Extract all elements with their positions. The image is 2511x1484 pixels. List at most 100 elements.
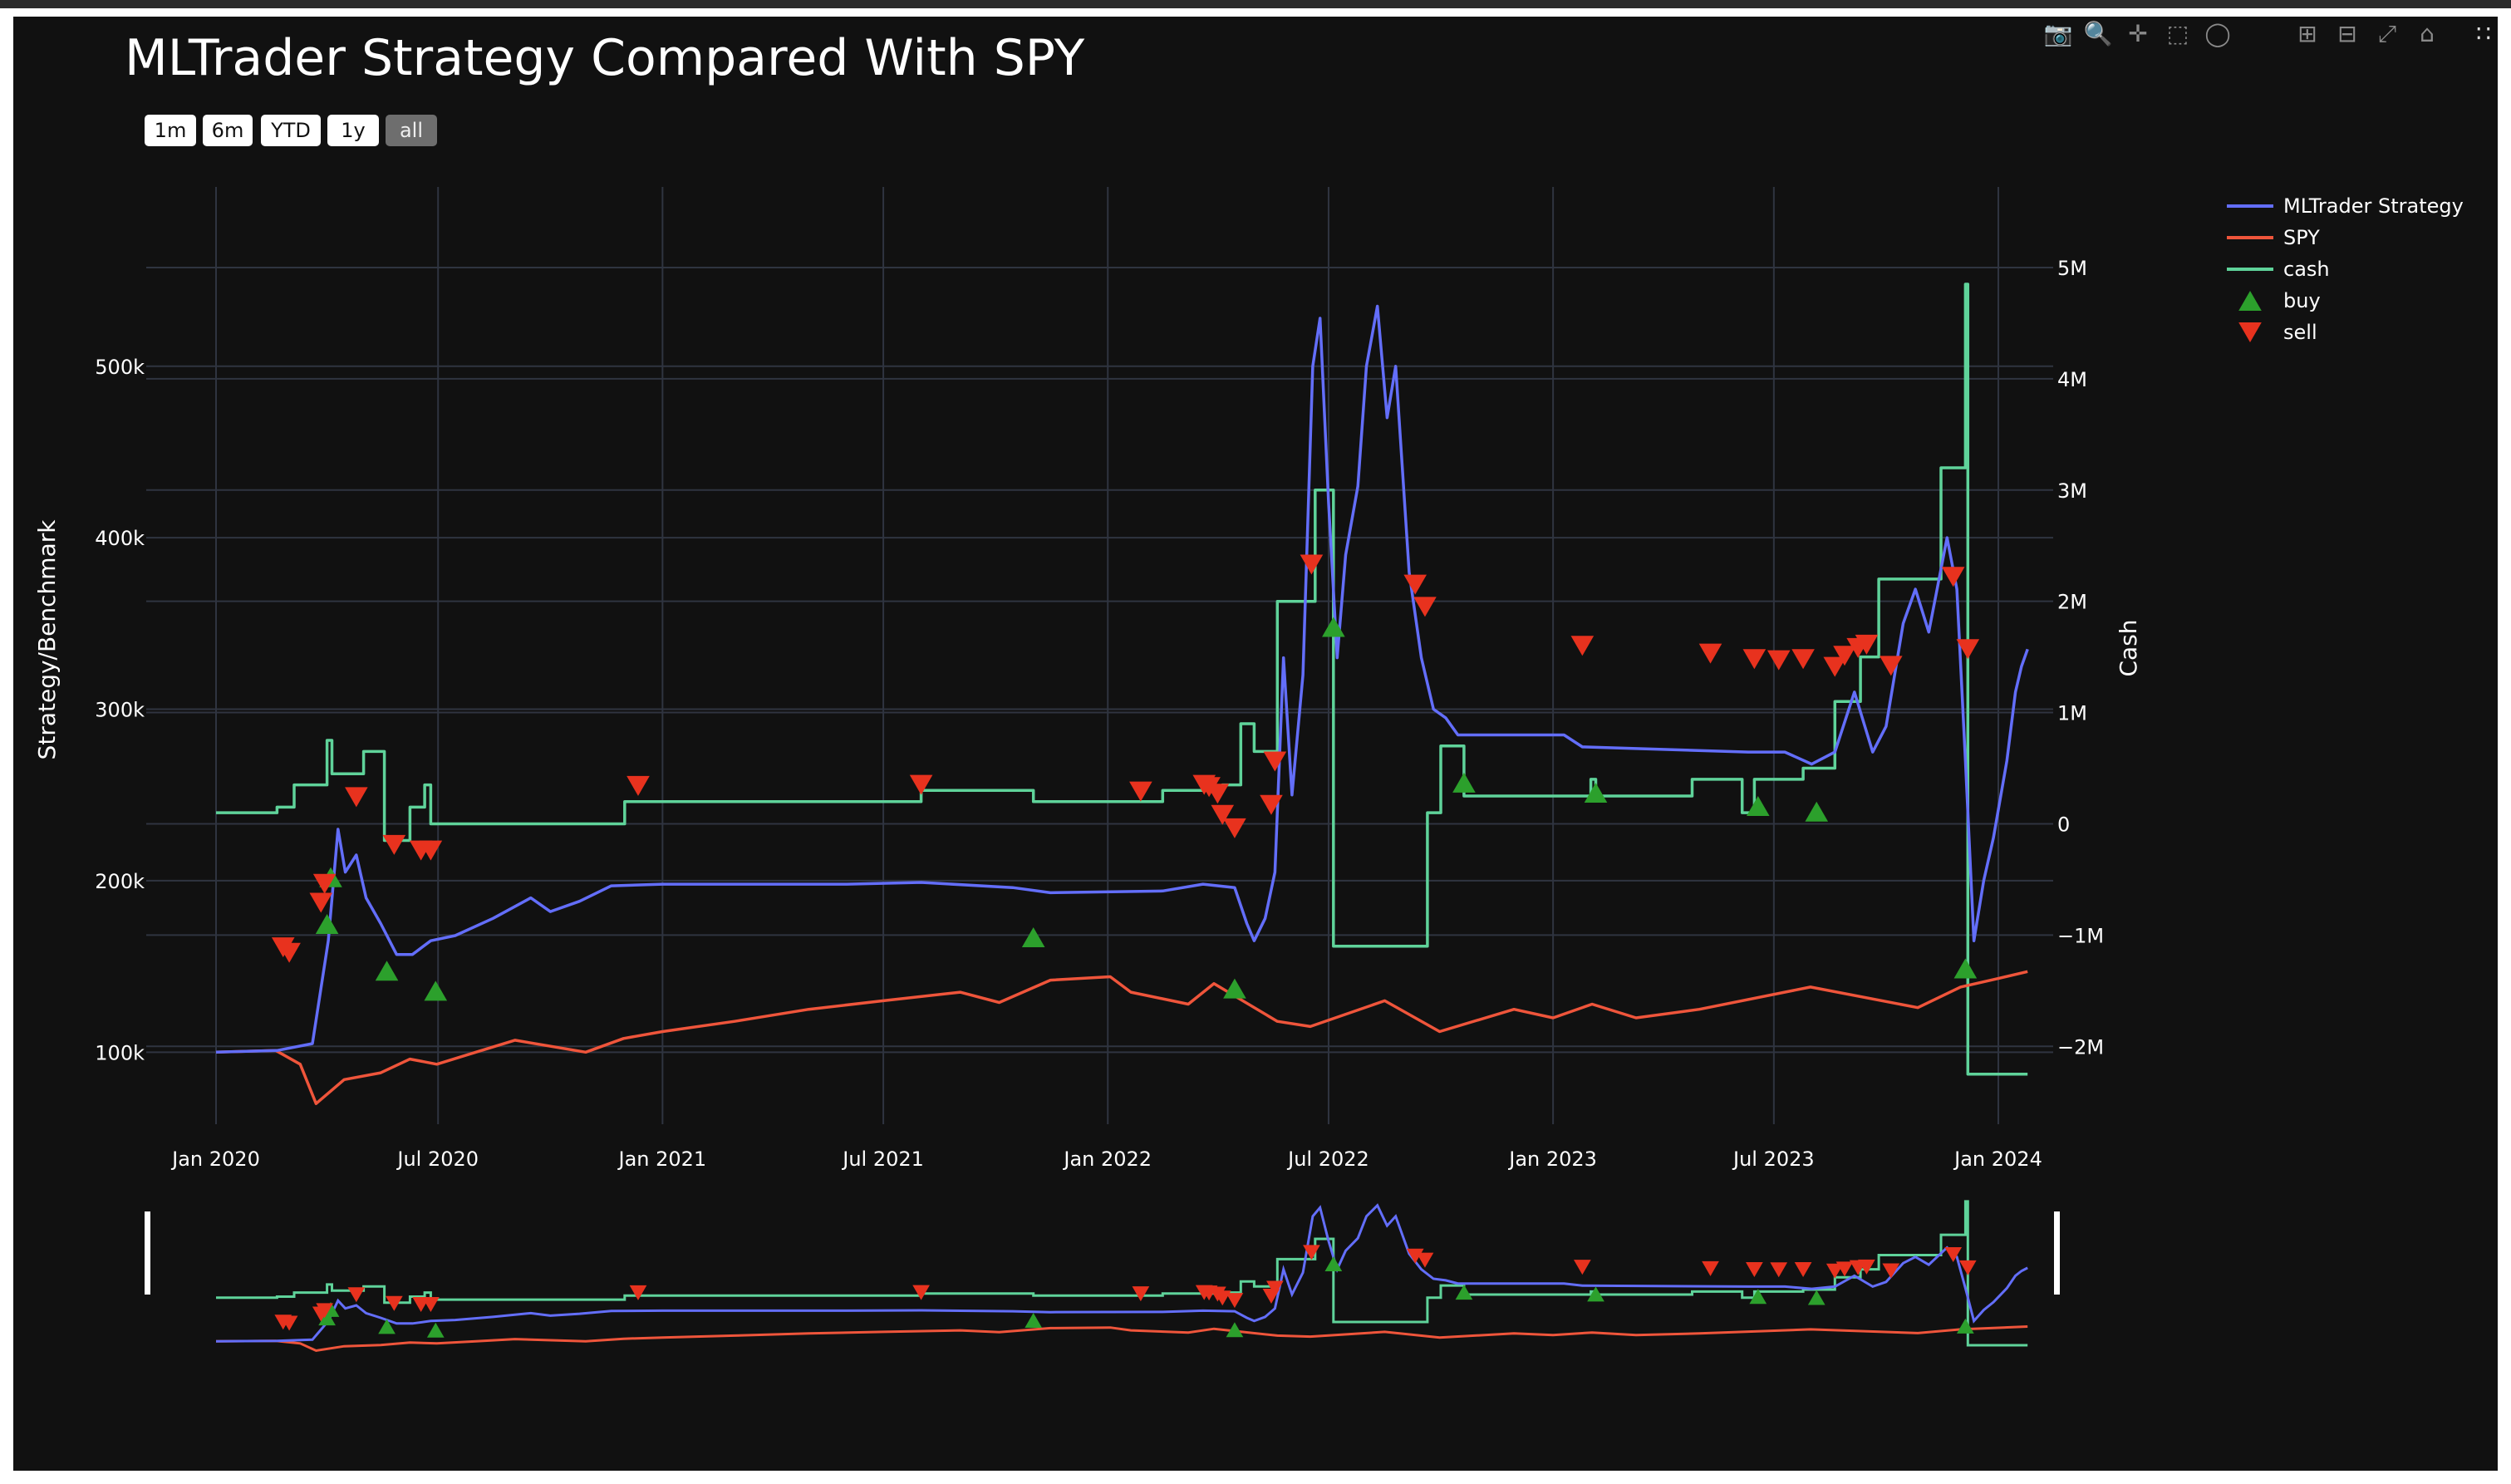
range-button-1y[interactable]: 1y bbox=[327, 115, 379, 146]
y2-tick-label: 5M bbox=[2057, 257, 2087, 280]
sell-marker[interactable] bbox=[1791, 649, 1815, 670]
lasso-icon[interactable]: ◯ bbox=[2202, 18, 2233, 50]
sell-marker[interactable] bbox=[382, 834, 406, 855]
buy-marker[interactable] bbox=[1452, 772, 1476, 793]
buy-marker[interactable] bbox=[1746, 796, 1770, 817]
slider-sell-marker[interactable] bbox=[1746, 1262, 1763, 1278]
sell-marker[interactable] bbox=[309, 892, 333, 913]
slider-buy-marker[interactable] bbox=[1025, 1313, 1043, 1329]
chart-title: MLTrader Strategy Compared With SPY bbox=[125, 29, 1085, 87]
slider-line-spy bbox=[215, 1325, 2028, 1353]
y-tick-label: 200k bbox=[95, 870, 145, 893]
pan-icon[interactable]: ✛ bbox=[2122, 18, 2154, 50]
y2-tick-label: 4M bbox=[2057, 368, 2087, 391]
legend-item-spy[interactable]: SPY bbox=[2227, 226, 2320, 249]
main-plot[interactable] bbox=[215, 283, 2029, 1105]
buy-marker[interactable] bbox=[1584, 782, 1608, 803]
sell-marker[interactable] bbox=[1260, 794, 1283, 815]
range-slider-left-handle[interactable] bbox=[145, 1211, 150, 1295]
slider-buy-marker[interactable] bbox=[1455, 1285, 1473, 1300]
range-button-1m[interactable]: 1m bbox=[145, 115, 196, 146]
legend-label: SPY bbox=[2283, 226, 2320, 249]
sell-marker[interactable] bbox=[1570, 636, 1595, 656]
sell-marker[interactable] bbox=[1698, 643, 1722, 664]
series-line-cash[interactable] bbox=[216, 283, 2028, 1076]
sell-marker[interactable] bbox=[1223, 818, 1246, 838]
slider-sell-marker[interactable] bbox=[1132, 1286, 1150, 1302]
legend-label: MLTrader Strategy bbox=[2283, 194, 2464, 218]
buy-marker[interactable] bbox=[315, 913, 339, 934]
buy-marker[interactable] bbox=[1021, 927, 1045, 948]
buy-marker[interactable] bbox=[1805, 801, 1829, 822]
slider-sell-marker[interactable] bbox=[1770, 1262, 1788, 1278]
slider-sell-marker[interactable] bbox=[347, 1287, 366, 1303]
slider-sell-marker[interactable] bbox=[1794, 1262, 1812, 1278]
range-slider-right-handle[interactable] bbox=[2054, 1211, 2060, 1295]
sell-marker[interactable] bbox=[1263, 751, 1287, 772]
slider-buy-marker[interactable] bbox=[1957, 1318, 1974, 1334]
range-button-ytd[interactable]: YTD bbox=[261, 115, 321, 146]
slider-sell-marker[interactable] bbox=[1574, 1260, 1591, 1275]
legend-item-cash[interactable]: cash bbox=[2227, 258, 2330, 281]
y2-tick-label: 0 bbox=[2057, 813, 2070, 836]
sell-marker[interactable] bbox=[1941, 567, 1965, 587]
x-axis-ticks: Jan 2020 Jul 2020 Jan 2021 Jul 2021 Jan 2022… bbox=[170, 1147, 2042, 1171]
zoom-icon[interactable]: 🔍 bbox=[2082, 18, 2114, 50]
slider-sell-marker[interactable] bbox=[1702, 1260, 1719, 1276]
y2-tick-label: 3M bbox=[2057, 479, 2087, 503]
y2-tick-label: −2M bbox=[2057, 1035, 2104, 1059]
buy-marker[interactable] bbox=[424, 980, 448, 1001]
y-tick-label: 400k bbox=[95, 527, 145, 550]
range-button-6m[interactable]: 6m bbox=[203, 115, 253, 146]
buy-marker[interactable] bbox=[375, 961, 399, 981]
x-tick-label: Jul 2022 bbox=[1286, 1147, 1369, 1171]
buy-marker[interactable] bbox=[1223, 978, 1246, 999]
slider-sell-marker[interactable] bbox=[629, 1285, 647, 1300]
autoscale-icon[interactable]: ⤢ bbox=[2371, 18, 2403, 50]
camera-icon[interactable]: 📷 bbox=[2042, 18, 2074, 50]
legend[interactable]: MLTrader Strategy SPY cash buy sell bbox=[2227, 194, 2464, 344]
sell-marker[interactable] bbox=[1300, 554, 1324, 575]
y-axis-title: Strategy/Benchmark bbox=[33, 519, 61, 760]
y2-axis-title: Cash bbox=[2115, 619, 2142, 676]
legend-label: cash bbox=[2283, 258, 2330, 281]
chart-svg[interactable]: Jan 2020 Jul 2020 Jan 2021 Jul 2021 Jan 2022… bbox=[13, 17, 2498, 1471]
slider-sell-marker[interactable] bbox=[1226, 1293, 1244, 1309]
range-button-all[interactable]: all bbox=[386, 115, 437, 146]
sell-marker[interactable] bbox=[1403, 574, 1427, 595]
trade-markers[interactable] bbox=[271, 554, 1980, 1001]
slider-buy-marker[interactable] bbox=[426, 1322, 445, 1338]
slider-sell-marker[interactable] bbox=[1944, 1247, 1963, 1262]
y2-tick-label: −1M bbox=[2057, 924, 2104, 947]
legend-item-buy[interactable]: buy bbox=[2238, 289, 2321, 312]
sell-marker[interactable] bbox=[1413, 597, 1437, 617]
sell-marker[interactable] bbox=[1880, 656, 1903, 676]
legend-marker-swatch[interactable] bbox=[2238, 322, 2262, 342]
zoom-out-icon[interactable]: ⊟ bbox=[2332, 18, 2363, 50]
slider-buy-marker[interactable] bbox=[1807, 1290, 1826, 1305]
y2-tick-label: 2M bbox=[2057, 591, 2087, 614]
y-tick-label: 100k bbox=[95, 1041, 145, 1064]
box-select-icon[interactable]: ⬚ bbox=[2162, 18, 2194, 50]
y2-tick-label: 1M bbox=[2057, 702, 2087, 725]
home-icon[interactable]: ⌂ bbox=[2411, 18, 2443, 50]
range-slider[interactable] bbox=[145, 1200, 2060, 1353]
sell-marker[interactable] bbox=[627, 775, 650, 796]
zoom-in-icon[interactable]: ⊞ bbox=[2292, 18, 2323, 50]
sell-marker[interactable] bbox=[1767, 650, 1791, 671]
buy-marker[interactable] bbox=[1953, 958, 1978, 979]
y2-axis-ticks: −2M −1M 0 1M 2M 3M 4M 5M bbox=[2057, 257, 2104, 1059]
y-tick-label: 500k bbox=[95, 356, 145, 379]
legend-item-sell[interactable]: sell bbox=[2238, 321, 2317, 344]
sell-marker[interactable] bbox=[345, 787, 368, 808]
sell-marker[interactable] bbox=[1742, 649, 1767, 670]
series-line-mltrader-strategy[interactable] bbox=[215, 304, 2029, 1054]
legend-item-mltrader-strategy[interactable]: MLTrader Strategy bbox=[2227, 194, 2464, 218]
plotly-logo-icon[interactable]: ∷ bbox=[2468, 18, 2499, 50]
series-line-spy[interactable] bbox=[215, 970, 2028, 1105]
legend-label: sell bbox=[2283, 321, 2317, 344]
sell-marker[interactable] bbox=[1129, 781, 1152, 802]
y-axis-ticks: 100k 200k 300k 400k 500k bbox=[95, 356, 145, 1065]
legend-label: buy bbox=[2283, 289, 2321, 312]
legend-marker-swatch[interactable] bbox=[2238, 291, 2262, 311]
